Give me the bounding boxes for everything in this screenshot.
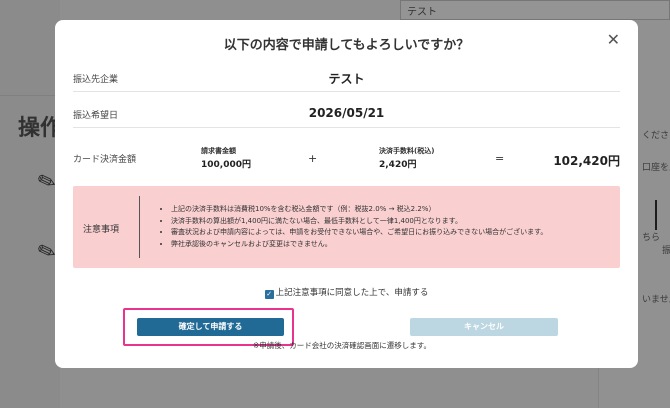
agree-row: ✓ 上記注意事項に同意した上で、申請する bbox=[55, 286, 638, 299]
confirm-dialog: 以下の内容で申請してもよろしいですか？ ✕ 振込先企業 テスト 振込希望日 20… bbox=[55, 20, 638, 368]
cancel-button[interactable]: キャンセル bbox=[410, 318, 558, 336]
notice-divider bbox=[139, 196, 140, 258]
fee-value: 2,420円 bbox=[379, 160, 417, 170]
payee-row: 振込先企業 テスト bbox=[73, 66, 620, 92]
dialog-title: 以下の内容で申請してもよろしいですか？ bbox=[223, 38, 470, 53]
notice-item: 弊社承認後のキャンセルおよび変更はできません。 bbox=[171, 239, 547, 251]
confirm-button[interactable]: 確定して申請する bbox=[137, 318, 284, 336]
fee-label: 決済手数料(税込) bbox=[379, 147, 435, 155]
plus-sign: + bbox=[308, 152, 318, 165]
agree-checkbox[interactable]: ✓ bbox=[264, 290, 274, 299]
agree-label[interactable]: 上記注意事項に同意した上で、申請する bbox=[276, 288, 429, 298]
notice-item: 上記の決済手数料は消費税10%を含む税込金額です（例：税抜2.0% → 税込2.… bbox=[171, 204, 547, 216]
card-amount-row: カード決済金額 請求書金額 100,000円 + 決済手数料(税込) 2,420… bbox=[73, 138, 620, 178]
date-row: 振込希望日 2026/05/21 bbox=[73, 102, 620, 128]
notice-item: 審査状況および申請内容によっては、申請をお受付できない場合や、ご希望日にお振り込… bbox=[171, 227, 547, 239]
redirect-note: ※申請後、カード会社の決済確認画面に遷移します。 bbox=[253, 341, 432, 350]
date-value: 2026/05/21 bbox=[308, 106, 385, 120]
invoice-amount-label: 請求書金額 bbox=[201, 147, 236, 155]
close-icon[interactable]: ✕ bbox=[607, 32, 620, 48]
payee-value: テスト bbox=[328, 72, 365, 86]
card-amount-label: カード決済金額 bbox=[73, 155, 137, 165]
notice-list: 上記の決済手数料は消費税10%を含む税込金額です（例：税抜2.0% → 税込2.… bbox=[171, 204, 547, 250]
invoice-amount-value: 100,000円 bbox=[201, 160, 251, 170]
equals-sign: = bbox=[495, 152, 505, 165]
total-amount: 102,420円 bbox=[553, 154, 620, 168]
notice-box: 注意事項 上記の決済手数料は消費税10%を含む税込金額です（例：税抜2.0% →… bbox=[73, 186, 620, 268]
notice-label: 注意事項 bbox=[83, 225, 120, 235]
notice-item: 決済手数料の算出額が1,400円に満たない場合、最低手数料として一律1,400円… bbox=[171, 216, 547, 228]
